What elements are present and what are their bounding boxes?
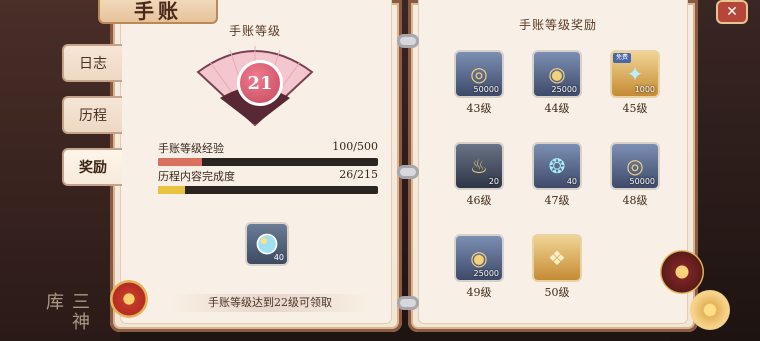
exp-value: 100/500 (332, 140, 378, 153)
reward-qty: 1000 (634, 85, 655, 94)
gem-icon: ❂ (548, 154, 566, 178)
reward-slot[interactable]: 免费 ✦ 1000 (610, 50, 660, 98)
reward-qty: 25000 (473, 269, 499, 278)
game-screen: 三神库 手账等级 21 手账等级经验 100/500 历程内容完成度 26/21… (0, 0, 760, 341)
flower-decoration (110, 280, 148, 318)
reward-level: 46级 (466, 194, 492, 207)
side-vertical-text: 三神库 (43, 292, 90, 332)
reward-level: 43级 (466, 102, 492, 115)
tab-rewards[interactable]: 奖励 (62, 148, 122, 186)
reward-slot[interactable]: ◎ 50000 (610, 142, 660, 190)
level-badge: 21 (237, 60, 283, 106)
reward-qty: 50000 (473, 85, 499, 94)
reward-cell-49[interactable]: ◉ 25000 49级 (450, 234, 508, 306)
reward-level: 47级 (544, 194, 570, 207)
reward-cell-44[interactable]: ◉ 25000 44级 (528, 50, 586, 122)
tab-journal[interactable]: 日志 (62, 44, 122, 82)
reward-cell-45[interactable]: 免费 ✦ 1000 45级 (606, 50, 664, 122)
binder-ring (397, 34, 419, 48)
reward-level: 48级 (622, 194, 648, 207)
close-icon: ✕ (726, 4, 738, 20)
claim-item-qty: 40 (273, 253, 284, 262)
coins-icon: ◎ (626, 154, 644, 178)
reward-cell-47[interactable]: ❂ 40 47级 (528, 142, 586, 214)
reward-slot[interactable]: ❖ (532, 234, 582, 282)
exp-label: 手账等级经验 (158, 142, 224, 155)
binder-ring (397, 165, 419, 179)
charm-icon: ❖ (548, 246, 566, 270)
reward-qty: 25000 (551, 85, 577, 94)
completion-stat: 历程内容完成度 26/215 (158, 168, 378, 194)
rewards-title: 手账等级奖励 (518, 18, 597, 32)
claim-condition-text: 手账等级达到22级可领取 (170, 294, 370, 312)
flower-decoration (660, 250, 704, 294)
completion-progress-bar (158, 186, 378, 194)
coins-icon: ◎ (470, 62, 488, 86)
handbook-level-title: 手账等级 (228, 24, 281, 38)
reward-cell-43[interactable]: ◎ 50000 43级 (450, 50, 508, 122)
binder-ring (397, 296, 419, 310)
completion-value: 26/215 (339, 168, 378, 181)
reward-level: 44级 (544, 102, 570, 115)
reward-cell-48[interactable]: ◎ 50000 48级 (606, 142, 664, 214)
exp-stat: 手账等级经验 100/500 (158, 140, 378, 166)
swirl-coin-icon: ◉ (470, 246, 488, 270)
reward-level: 50级 (544, 286, 570, 299)
completion-label: 历程内容完成度 (158, 170, 235, 183)
reward-cell-50[interactable]: ❖ 50级 (528, 234, 586, 306)
claim-reward-item[interactable]: 40 (245, 222, 289, 266)
reward-grid: ◎ 50000 43级 ◉ 25000 44级 免费 ✦ 1000 45级 ♨ … (450, 50, 690, 310)
reward-level: 45级 (622, 102, 648, 115)
reward-slot[interactable]: ♨ 20 (454, 142, 504, 190)
reward-slot[interactable]: ◉ 25000 (532, 50, 582, 98)
reward-qty: 20 (488, 177, 499, 186)
exp-progress-bar (158, 158, 378, 166)
flower-decoration (690, 290, 730, 330)
close-button[interactable]: ✕ (716, 0, 748, 24)
swirl-coin-icon: ◉ (548, 62, 566, 86)
reward-slot[interactable]: ◎ 50000 (454, 50, 504, 98)
handbook-header: 手账 (98, 0, 218, 24)
reward-slot[interactable]: ◉ 25000 (454, 234, 504, 282)
lamp-icon: ♨ (470, 154, 488, 178)
notebook: 手账等级 21 手账等级经验 100/500 历程内容完成度 26/215 40… (110, 0, 698, 341)
reward-qty: 50000 (629, 177, 655, 186)
reward-cell-46[interactable]: ♨ 20 46级 (450, 142, 508, 214)
reward-qty: 40 (566, 177, 577, 186)
tab-history[interactable]: 历程 (62, 96, 122, 134)
crystal-icon: ✦ (626, 62, 644, 86)
reward-level: 49级 (466, 286, 492, 299)
reward-slot[interactable]: ❂ 40 (532, 142, 582, 190)
